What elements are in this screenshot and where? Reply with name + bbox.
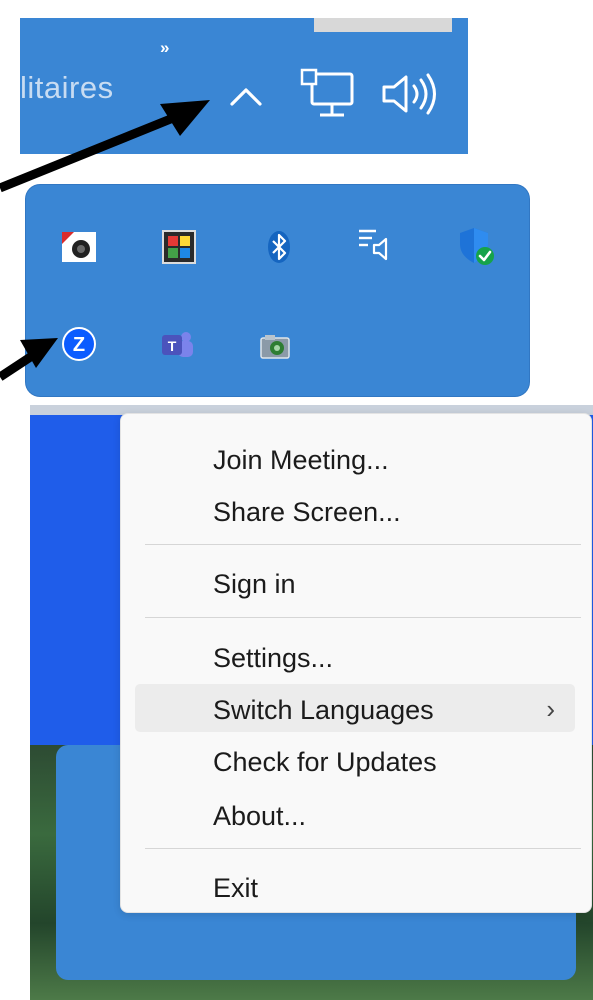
taskbar-overflow-label: »: [160, 38, 170, 57]
menu-item-label: Settings...: [213, 643, 334, 673]
menu-item-about[interactable]: About...: [135, 790, 575, 838]
chevron-right-icon: ›: [546, 694, 555, 724]
menu-item-settings[interactable]: Settings...: [135, 632, 575, 680]
audio-list-icon[interactable]: [356, 225, 394, 263]
menu-item-share-screen[interactable]: Share Screen...: [135, 486, 575, 534]
menu-item-label: Share Screen...: [213, 497, 401, 527]
menu-separator: [145, 617, 581, 618]
svg-text:Z: Z: [73, 334, 85, 356]
zoom-context-menu: Join Meeting... Share Screen... Sign in …: [120, 413, 592, 913]
svg-text:T: T: [168, 338, 177, 354]
color-tool-icon[interactable]: [160, 228, 198, 266]
network-icon[interactable]: [298, 68, 356, 120]
menu-separator: [145, 848, 581, 849]
menu-item-exit[interactable]: Exit: [135, 862, 575, 910]
overflow-tray: Z T: [26, 185, 529, 396]
menu-item-switch-languages[interactable]: Switch Languages ›: [135, 684, 575, 732]
camera-icon[interactable]: [256, 327, 294, 365]
menu-item-join-meeting[interactable]: Join Meeting...: [135, 434, 575, 482]
windows-security-icon[interactable]: [456, 225, 498, 267]
bluetooth-icon[interactable]: [260, 228, 298, 266]
menu-item-label: About...: [213, 801, 307, 831]
teams-icon[interactable]: T: [158, 325, 196, 363]
menu-item-label: Sign in: [213, 569, 296, 599]
context-menu-screenshot: Join Meeting... Share Screen... Sign in …: [30, 405, 593, 1000]
menu-item-label: Join Meeting...: [213, 445, 389, 475]
webcam-app-icon[interactable]: [60, 228, 98, 266]
volume-icon[interactable]: [378, 70, 440, 118]
zoom-icon[interactable]: Z: [60, 325, 98, 363]
taskbar-top-strip: [314, 18, 452, 32]
taskbar-crop: litaires »: [20, 18, 468, 154]
menu-item-label: Exit: [213, 873, 259, 903]
menu-item-label: Switch Languages: [213, 695, 434, 725]
chevron-up-icon[interactable]: [226, 78, 266, 112]
menu-item-sign-in[interactable]: Sign in: [135, 558, 575, 606]
taskbar-app-label[interactable]: litaires: [20, 70, 114, 106]
menu-item-label: Check for Updates: [213, 747, 437, 777]
menu-separator: [145, 544, 581, 545]
menu-item-check-for-updates[interactable]: Check for Updates: [135, 736, 575, 784]
